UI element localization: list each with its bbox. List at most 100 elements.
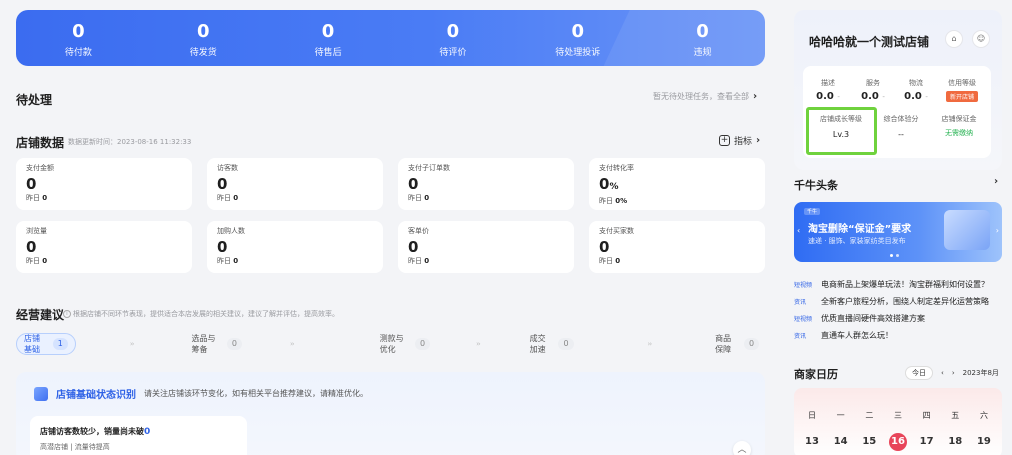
status-unpaid[interactable]: 0 待付款 <box>16 10 141 66</box>
status-to-ship[interactable]: 0 待发货 <box>141 10 266 66</box>
advice-card-title-number: 0 <box>144 427 151 437</box>
metric-trend: - <box>837 93 840 101</box>
shop-data-cards-row-2: 浏览量 0 昨日 0 加购人数 0 昨日 0 客单价 0 昨日 0 支付买家数 … <box>16 221 765 273</box>
shop-settings-icon[interactable]: ⌂ <box>945 30 963 48</box>
yesterday-prefix: 昨日 <box>599 257 613 265</box>
card-yesterday: 昨日 0 <box>217 193 373 203</box>
card-yesterday: 昨日 0% <box>599 196 755 206</box>
card-value: 0 <box>26 238 37 256</box>
calendar-controls: 今日 ‹ › 2023年8月 <box>905 366 999 380</box>
step-deal-acceleration[interactable]: 成交加速 0 <box>524 333 580 355</box>
card-title: 支付子订单数 <box>408 164 450 172</box>
metric-label: 服务 <box>866 79 880 87</box>
chevron-right-icon[interactable]: › <box>952 369 955 377</box>
step-testing-optimization[interactable]: 测款与优化 0 <box>374 333 436 355</box>
status-after-sale[interactable]: 0 待售后 <box>266 10 391 66</box>
metric-card-page-views[interactable]: 浏览量 0 昨日 0 <box>16 221 192 273</box>
step-product-guarantee[interactable]: 商品保障 0 <box>709 333 765 355</box>
chevron-left-icon[interactable]: ‹ <box>941 369 944 377</box>
news-item[interactable]: 资讯 直通车人群怎么玩！ <box>794 327 1002 344</box>
news-text: 优质直播间硬件高效搭建方案 <box>821 314 925 323</box>
shop-data-title: 店铺数据 <box>16 136 65 150</box>
step-shop-basics[interactable]: 店铺基础 1 <box>16 333 76 355</box>
status-complaints[interactable]: 0 待处理投诉 <box>515 10 640 66</box>
metrics-button[interactable]: + 指标 › <box>719 134 760 147</box>
user-icon[interactable]: ☺ <box>972 30 990 48</box>
step-product-selection[interactable]: 选品与筹备 0 <box>185 333 247 355</box>
status-label: 待发货 <box>189 48 217 58</box>
card-yesterday: 昨日 0 <box>26 256 182 266</box>
metric-card-add-to-cart[interactable]: 加购人数 0 昨日 0 <box>207 221 383 273</box>
calendar-day[interactable]: 14 <box>829 433 853 451</box>
status-to-review[interactable]: 0 待评价 <box>390 10 515 66</box>
advice-title: 经营建议 <box>16 308 65 322</box>
status-violations[interactable]: 0 违规 <box>640 10 765 66</box>
card-title: 加购人数 <box>217 227 245 235</box>
order-status-banner: 0 待付款 0 待发货 0 待售后 0 待评价 0 待处理投诉 0 违规 <box>16 10 765 66</box>
news-item[interactable]: 短视频 优质直播间硬件高效搭建方案 <box>794 310 1002 327</box>
metric-value: 0.0 - <box>857 91 889 102</box>
shop-data-cards-row-1: 支付金额 0 昨日 0 访客数 0 昨日 0 支付子订单数 0 昨日 0 支付转… <box>16 158 765 210</box>
news-kind: 资讯 <box>794 333 807 340</box>
status-label: 待评价 <box>439 48 467 58</box>
yesterday-prefix: 昨日 <box>408 194 422 202</box>
view-all-pending-link[interactable]: 暂无待处理任务，查看全部 › <box>653 91 757 102</box>
status-label: 待处理投诉 <box>555 48 601 58</box>
weekday: 三 <box>893 411 902 420</box>
growth-level-highlight <box>806 107 877 155</box>
collapse-up-button[interactable]: ︿ <box>733 441 751 455</box>
card-value: 0% <box>599 176 755 195</box>
chevron-up-icon: ︿ <box>737 445 747 455</box>
chevron-left-icon[interactable]: ‹ <box>797 226 800 235</box>
metric-value-number: 0.0 <box>904 91 922 102</box>
card-value-unit: % <box>609 182 619 192</box>
metric-card-payment-amount[interactable]: 支付金额 0 昨日 0 <box>16 158 192 210</box>
news-title: 千牛头条 <box>794 179 838 192</box>
calendar-day[interactable]: 18 <box>943 433 967 451</box>
news-item[interactable]: 资讯 全新客户旅程分析，围绕人制定差异化运营策略 <box>794 293 1002 310</box>
card-title: 支付转化率 <box>599 164 634 172</box>
news-kind: 资讯 <box>794 299 807 306</box>
news-item[interactable]: 短视频 电商新品上架爆单玩法！淘宝群福利如何设置？ <box>794 276 1002 293</box>
calendar-day[interactable]: 15 <box>857 433 881 451</box>
calendar-day[interactable]: 13 <box>800 433 824 451</box>
weekday: 六 <box>979 411 988 420</box>
experience-score[interactable]: 综合体验分 -- <box>876 114 926 139</box>
metric-label: 信用等级 <box>948 79 976 87</box>
metric-value: 0.0 - <box>812 91 844 102</box>
metric-card-paying-buyers[interactable]: 支付买家数 0 昨日 0 <box>589 221 765 273</box>
metric-card-avg-order-value[interactable]: 客单价 0 昨日 0 <box>398 221 574 273</box>
calendar-day[interactable]: 19 <box>972 433 996 451</box>
metrics-label: 指标 <box>734 137 753 147</box>
carousel-dot[interactable] <box>890 254 893 257</box>
metric-credit-level[interactable]: 信用等级 新开店铺 <box>942 78 982 102</box>
score-value: -- <box>898 130 904 139</box>
chevron-right-icon[interactable]: › <box>994 176 998 187</box>
step-count: 0 <box>226 338 242 350</box>
status-value: 0 <box>72 21 85 42</box>
advice-card-subtitle: 高潜店铺 | 流量待提高 <box>40 443 110 451</box>
metric-card-visitors[interactable]: 访客数 0 昨日 0 <box>207 158 383 210</box>
shop-deposit[interactable]: 店铺保证金 无需缴纳 <box>934 114 984 138</box>
carousel-dot[interactable] <box>896 254 899 257</box>
news-banner[interactable]: 千牛 ‹ 淘宝删除“保证金”要求 速递 · 服饰、家装家纺类目发布 › <box>794 202 1002 262</box>
double-chevron-icon: ›› <box>647 340 653 348</box>
calendar-day[interactable]: 17 <box>915 433 939 451</box>
today-button[interactable]: 今日 <box>905 366 933 380</box>
metric-card-conversion-rate[interactable]: 支付转化率 0% 昨日 0% <box>589 158 765 210</box>
calendar-day-today[interactable]: 16 <box>888 433 907 451</box>
metric-description[interactable]: 描述 0.0 - <box>812 78 844 102</box>
news-banner-subtitle: 速递 · 服饰、家装家纺类目发布 <box>808 237 906 245</box>
news-text: 全新客户旅程分析，围绕人制定差异化运营策略 <box>821 297 989 306</box>
metric-logistics[interactable]: 物流 0.0 - <box>900 78 932 102</box>
yesterday-value: 0% <box>615 197 628 205</box>
metric-service[interactable]: 服务 0.0 - <box>857 78 889 102</box>
pending-title: 待处理 <box>16 93 53 107</box>
metric-card-sub-orders[interactable]: 支付子订单数 0 昨日 0 <box>398 158 574 210</box>
yesterday-prefix: 昨日 <box>217 257 231 265</box>
update-time: 数据更新时间：2023-08-16 11:32:33 <box>68 138 192 146</box>
step-count: 1 <box>52 338 68 350</box>
chevron-right-icon[interactable]: › <box>996 226 999 235</box>
advice-card[interactable]: 店铺访客数较少，销量尚未破0 高潜店铺 | 流量待提高 <box>30 416 247 455</box>
yesterday-value: 0 <box>233 257 239 265</box>
